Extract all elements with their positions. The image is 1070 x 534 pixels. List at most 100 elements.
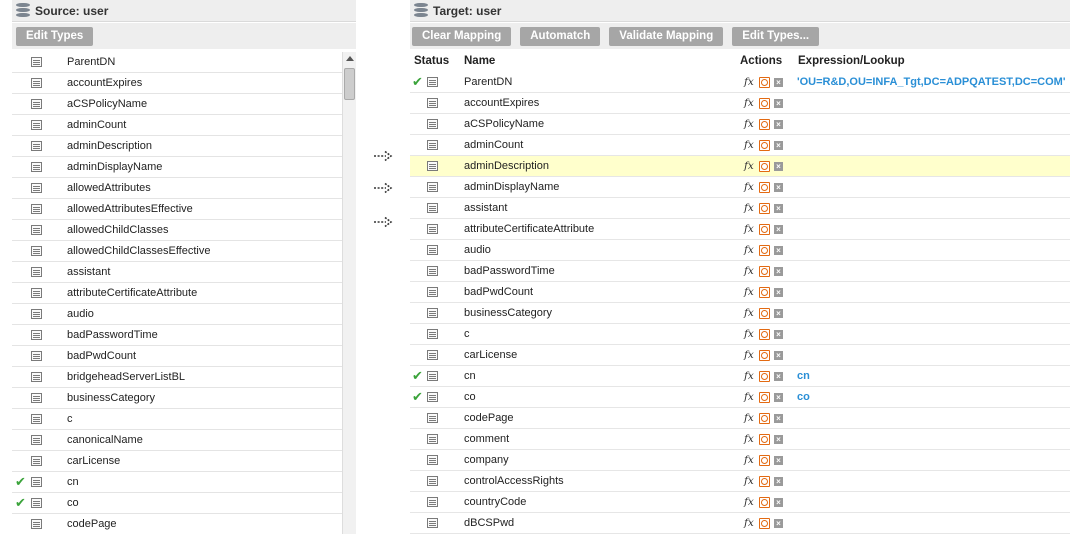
target-field-row[interactable]: codePage fx × xyxy=(410,408,1070,429)
target-field-row[interactable]: aCSPolicyName fx × xyxy=(410,114,1070,135)
lookup-icon[interactable] xyxy=(759,307,770,319)
map-arrow-icon[interactable] xyxy=(373,182,393,194)
delete-icon[interactable]: × xyxy=(774,434,783,444)
target-field-row[interactable]: adminDisplayName fx × xyxy=(410,177,1070,198)
fx-icon[interactable]: fx xyxy=(744,307,757,319)
lookup-icon[interactable] xyxy=(759,181,770,193)
fx-icon[interactable]: fx xyxy=(744,370,757,382)
automatch-button[interactable]: Automatch xyxy=(520,26,601,46)
fx-icon[interactable]: fx xyxy=(744,265,757,277)
lookup-icon[interactable] xyxy=(759,97,770,109)
column-header-status[interactable]: Status xyxy=(414,55,449,67)
scroll-up-arrow-icon[interactable] xyxy=(346,56,354,61)
lookup-icon[interactable] xyxy=(759,118,770,130)
fx-icon[interactable]: fx xyxy=(744,76,757,88)
target-field-row[interactable]: dBCSPwd fx × xyxy=(410,513,1070,534)
lookup-icon[interactable] xyxy=(759,433,770,445)
source-field-row[interactable]: allowedChildClasses xyxy=(12,220,342,241)
source-field-row[interactable]: allowedChildClassesEffective xyxy=(12,241,342,262)
delete-icon[interactable]: × xyxy=(774,350,783,360)
source-field-row[interactable]: canonicalName xyxy=(12,430,342,451)
source-field-row[interactable]: c xyxy=(12,409,342,430)
column-header-actions[interactable]: Actions xyxy=(740,55,782,67)
lookup-icon[interactable] xyxy=(759,223,770,235)
lookup-icon[interactable] xyxy=(759,328,770,340)
lookup-icon[interactable] xyxy=(759,391,770,403)
source-field-row[interactable]: allowedAttributesEffective xyxy=(12,199,342,220)
lookup-icon[interactable] xyxy=(759,517,770,529)
validate-mapping-button[interactable]: Validate Mapping xyxy=(609,26,724,46)
delete-icon[interactable]: × xyxy=(774,161,783,171)
lookup-icon[interactable] xyxy=(759,160,770,172)
source-field-row[interactable]: badPasswordTime xyxy=(12,325,342,346)
source-edit-types-button[interactable]: Edit Types xyxy=(16,26,94,46)
delete-icon[interactable]: × xyxy=(774,140,783,150)
lookup-icon[interactable] xyxy=(759,139,770,151)
source-field-row[interactable]: adminCount xyxy=(12,115,342,136)
column-header-name[interactable]: Name xyxy=(464,55,495,67)
target-edit-types-button[interactable]: Edit Types... xyxy=(732,26,820,46)
delete-icon[interactable]: × xyxy=(774,308,783,318)
fx-icon[interactable]: fx xyxy=(744,517,757,529)
delete-icon[interactable]: × xyxy=(774,392,783,402)
target-field-row[interactable]: comment fx × xyxy=(410,429,1070,450)
target-field-row[interactable]: badPwdCount fx × xyxy=(410,282,1070,303)
scrollbar-thumb[interactable] xyxy=(344,68,355,100)
delete-icon[interactable]: × xyxy=(774,329,783,339)
target-field-row[interactable]: ✔ cn fx × cn xyxy=(410,366,1070,387)
fx-icon[interactable]: fx xyxy=(744,202,757,214)
source-field-row[interactable]: adminDescription xyxy=(12,136,342,157)
delete-icon[interactable]: × xyxy=(774,119,783,129)
source-field-row[interactable]: bridgeheadServerListBL xyxy=(12,367,342,388)
delete-icon[interactable]: × xyxy=(774,77,783,87)
target-field-row[interactable]: adminDescription fx × xyxy=(410,156,1070,177)
target-field-row[interactable]: countryCode fx × xyxy=(410,492,1070,513)
lookup-icon[interactable] xyxy=(759,454,770,466)
lookup-icon[interactable] xyxy=(759,244,770,256)
target-field-row[interactable]: businessCategory fx × xyxy=(410,303,1070,324)
expression-value[interactable]: 'OU=R&D,OU=INFA_Tgt,DC=ADPQATEST,DC=COM' xyxy=(797,76,1065,88)
delete-icon[interactable]: × xyxy=(774,476,783,486)
source-field-row[interactable]: assistant xyxy=(12,262,342,283)
lookup-icon[interactable] xyxy=(759,286,770,298)
fx-icon[interactable]: fx xyxy=(744,328,757,340)
fx-icon[interactable]: fx xyxy=(744,454,757,466)
fx-icon[interactable]: fx xyxy=(744,391,757,403)
fx-icon[interactable]: fx xyxy=(744,118,757,130)
delete-icon[interactable]: × xyxy=(774,245,783,255)
fx-icon[interactable]: fx xyxy=(744,286,757,298)
lookup-icon[interactable] xyxy=(759,475,770,487)
fx-icon[interactable]: fx xyxy=(744,349,757,361)
fx-icon[interactable]: fx xyxy=(744,475,757,487)
source-field-row[interactable]: accountExpires xyxy=(12,73,342,94)
map-arrow-icon[interactable] xyxy=(373,150,393,162)
source-field-row[interactable]: badPwdCount xyxy=(12,346,342,367)
source-field-row[interactable]: audio xyxy=(12,304,342,325)
source-field-row[interactable]: aCSPolicyName xyxy=(12,94,342,115)
source-field-row[interactable]: codePage xyxy=(12,514,342,534)
source-field-row[interactable]: businessCategory xyxy=(12,388,342,409)
delete-icon[interactable]: × xyxy=(774,224,783,234)
delete-icon[interactable]: × xyxy=(774,497,783,507)
lookup-icon[interactable] xyxy=(759,202,770,214)
target-field-row[interactable]: audio fx × xyxy=(410,240,1070,261)
expression-value[interactable]: cn xyxy=(797,370,810,382)
fx-icon[interactable]: fx xyxy=(744,139,757,151)
lookup-icon[interactable] xyxy=(759,370,770,382)
source-field-row[interactable]: allowedAttributes xyxy=(12,178,342,199)
source-field-row[interactable]: carLicense xyxy=(12,451,342,472)
fx-icon[interactable]: fx xyxy=(744,160,757,172)
delete-icon[interactable]: × xyxy=(774,266,783,276)
source-field-row[interactable]: ✔ co xyxy=(12,493,342,514)
source-field-row[interactable]: ParentDN xyxy=(12,52,342,73)
target-field-row[interactable]: ✔ co fx × co xyxy=(410,387,1070,408)
fx-icon[interactable]: fx xyxy=(744,223,757,235)
source-field-row[interactable]: attributeCertificateAttribute xyxy=(12,283,342,304)
lookup-icon[interactable] xyxy=(759,265,770,277)
fx-icon[interactable]: fx xyxy=(744,244,757,256)
delete-icon[interactable]: × xyxy=(774,413,783,423)
fx-icon[interactable]: fx xyxy=(744,433,757,445)
delete-icon[interactable]: × xyxy=(774,287,783,297)
map-arrow-icon[interactable] xyxy=(373,216,393,228)
delete-icon[interactable]: × xyxy=(774,371,783,381)
